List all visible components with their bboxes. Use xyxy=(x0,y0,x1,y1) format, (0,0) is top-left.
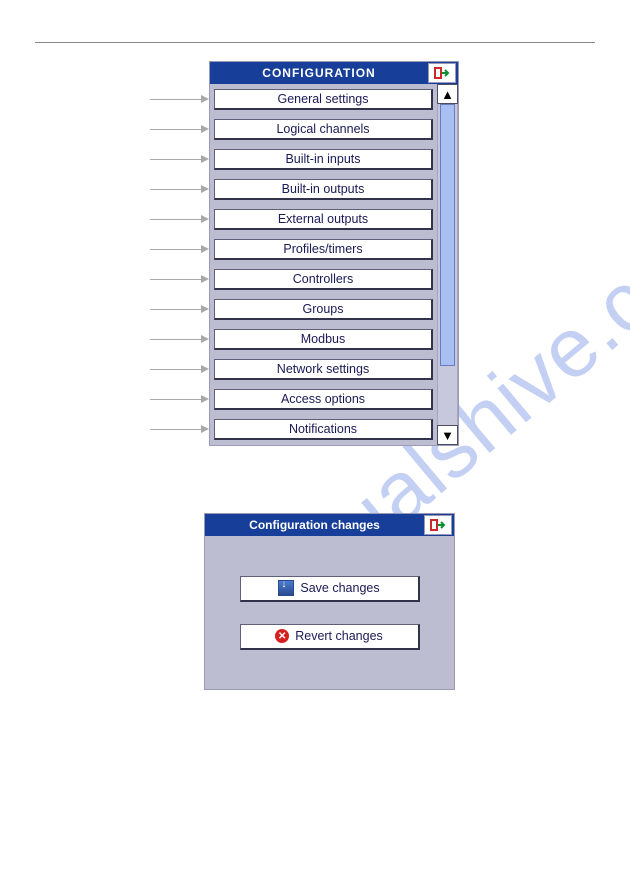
menu-item-controllers[interactable]: Controllers xyxy=(214,269,433,290)
menu-item-general-settings[interactable]: General settings xyxy=(214,89,433,110)
menu-item-groups[interactable]: Groups xyxy=(214,299,433,320)
menu-item-label: General settings xyxy=(277,92,368,106)
pointer-line xyxy=(150,279,201,280)
scrollbar: ▲ ▼ xyxy=(437,84,458,445)
configuration-title: CONFIGURATION xyxy=(210,66,428,80)
pointer-line xyxy=(150,339,201,340)
pointer-line xyxy=(150,159,201,160)
menu-item-label: Built-in outputs xyxy=(282,182,365,196)
scroll-down-button[interactable]: ▼ xyxy=(437,425,458,445)
menu-item-external-outputs[interactable]: External outputs xyxy=(214,209,433,230)
arrow-right-icon xyxy=(201,395,209,403)
arrow-right-icon xyxy=(201,335,209,343)
arrow-right-icon xyxy=(201,185,209,193)
pointer-line xyxy=(150,249,201,250)
save-changes-label: Save changes xyxy=(300,581,379,595)
pointer-line xyxy=(150,399,201,400)
menu-item-label: Groups xyxy=(303,302,344,316)
menu-item-built-in-outputs[interactable]: Built-in outputs xyxy=(214,179,433,200)
exit-button[interactable] xyxy=(428,63,456,83)
menu-item-label: Profiles/timers xyxy=(283,242,362,256)
pointer-line xyxy=(150,219,201,220)
menu-item-label: External outputs xyxy=(278,212,368,226)
save-changes-button[interactable]: Save changes xyxy=(240,576,420,602)
configuration-list: General settings Logical channels Built-… xyxy=(210,84,437,445)
pointer-line xyxy=(150,99,201,100)
exit-button[interactable] xyxy=(424,515,452,535)
arrow-right-icon xyxy=(201,215,209,223)
revert-changes-button[interactable]: ✕ Revert changes xyxy=(240,624,420,650)
configuration-changes-body: Save changes ✕ Revert changes xyxy=(205,536,454,689)
pointer-line xyxy=(150,429,201,430)
configuration-changes-titlebar: Configuration changes xyxy=(205,514,454,536)
revert-changes-label: Revert changes xyxy=(295,629,383,643)
configuration-panel: CONFIGURATION General settings Logical c… xyxy=(209,61,459,446)
configuration-changes-title: Configuration changes xyxy=(205,518,424,532)
pointer-line xyxy=(150,309,201,310)
menu-item-profiles-timers[interactable]: Profiles/timers xyxy=(214,239,433,260)
arrow-right-icon xyxy=(201,245,209,253)
menu-item-label: Access options xyxy=(281,392,365,406)
arrow-right-icon xyxy=(201,365,209,373)
menu-item-access-options[interactable]: Access options xyxy=(214,389,433,410)
menu-item-label: Built-in inputs xyxy=(285,152,360,166)
chevron-down-icon: ▼ xyxy=(441,428,454,443)
menu-item-label: Logical channels xyxy=(276,122,369,136)
pointer-line xyxy=(150,129,201,130)
arrow-right-icon xyxy=(201,125,209,133)
menu-item-label: Modbus xyxy=(301,332,345,346)
divider xyxy=(35,42,595,43)
menu-item-logical-channels[interactable]: Logical channels xyxy=(214,119,433,140)
scroll-track[interactable] xyxy=(437,104,458,425)
arrow-right-icon xyxy=(201,155,209,163)
configuration-changes-panel: Configuration changes Save changes ✕ Rev… xyxy=(204,513,455,690)
menu-item-label: Notifications xyxy=(289,422,357,436)
menu-item-modbus[interactable]: Modbus xyxy=(214,329,433,350)
pointer-line xyxy=(150,369,201,370)
menu-item-network-settings[interactable]: Network settings xyxy=(214,359,433,380)
cancel-icon: ✕ xyxy=(275,629,289,643)
pointer-line xyxy=(150,189,201,190)
menu-item-notifications[interactable]: Notifications xyxy=(214,419,433,440)
configuration-body: General settings Logical channels Built-… xyxy=(210,84,458,445)
arrow-right-icon xyxy=(201,95,209,103)
exit-icon xyxy=(430,518,446,532)
menu-item-label: Controllers xyxy=(293,272,353,286)
configuration-titlebar: CONFIGURATION xyxy=(210,62,458,84)
menu-item-built-in-inputs[interactable]: Built-in inputs xyxy=(214,149,433,170)
save-icon xyxy=(278,580,294,596)
scroll-thumb[interactable] xyxy=(440,104,455,366)
arrow-right-icon xyxy=(201,275,209,283)
scroll-up-button[interactable]: ▲ xyxy=(437,84,458,104)
menu-item-label: Network settings xyxy=(277,362,369,376)
chevron-up-icon: ▲ xyxy=(441,87,454,102)
arrow-right-icon xyxy=(201,305,209,313)
exit-icon xyxy=(434,66,450,80)
arrow-right-icon xyxy=(201,425,209,433)
